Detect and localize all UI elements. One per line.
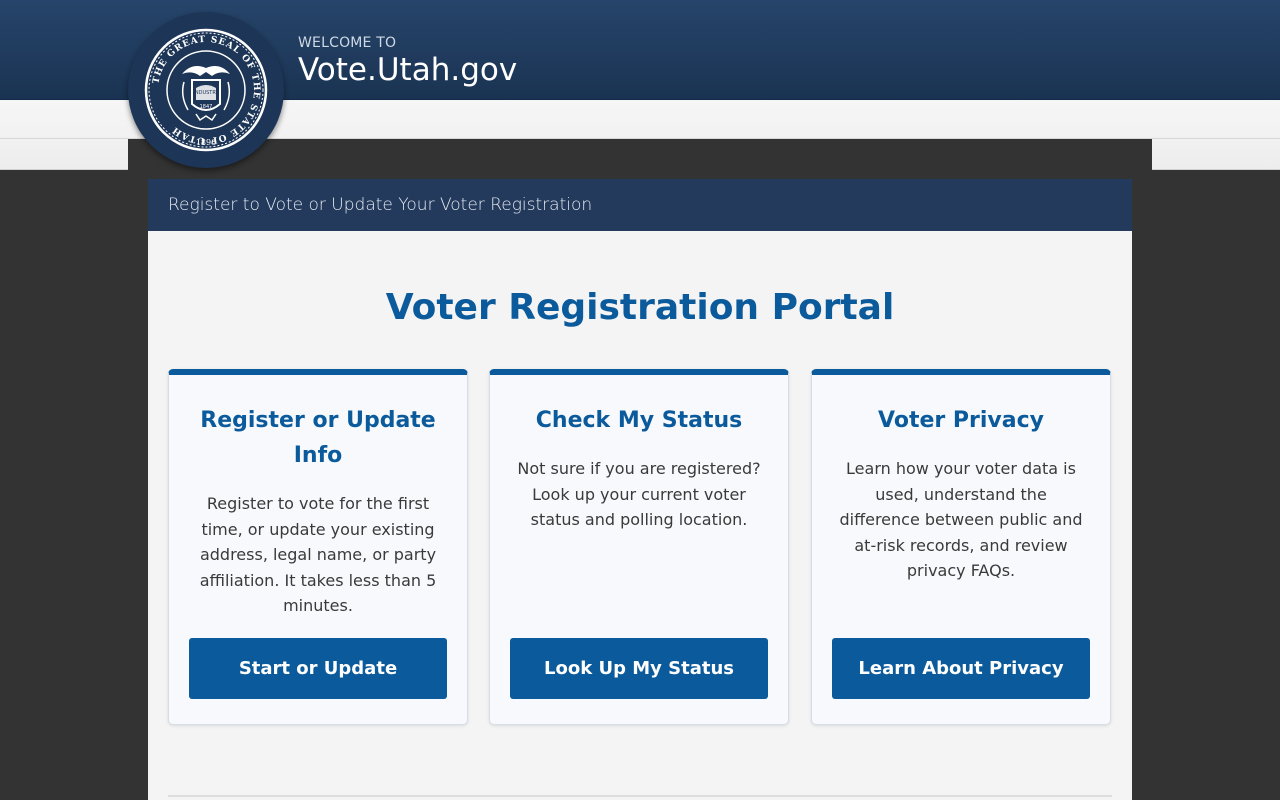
registration-panel: Register to Vote or Update Your Voter Re… — [148, 179, 1132, 800]
page-title: Voter Registration Portal — [385, 287, 895, 328]
card-description: Register to vote for the first time, or … — [199, 494, 437, 616]
utah-seal-logo[interactable]: THE GREAT SEAL OF THE STATE OF UTAH 1896… — [128, 12, 284, 168]
start-or-update-button[interactable]: Start or Update — [189, 638, 447, 699]
card-title: Voter Privacy — [878, 408, 1044, 433]
welcome-label: WELCOME TO — [298, 35, 397, 51]
card-voter-privacy: Voter Privacy Learn how your voter data … — [811, 369, 1111, 725]
card-description: Learn how your voter data is used, under… — [839, 459, 1083, 581]
seal-year: 1896 — [196, 138, 216, 147]
card-register-update: Register or Update Info Register to vote… — [168, 369, 468, 725]
seal-emblem-icon: THE GREAT SEAL OF THE STATE OF UTAH 1896… — [142, 26, 270, 154]
site-title[interactable]: Vote.Utah.gov — [298, 52, 517, 88]
seal-motto: INDUSTRY — [193, 90, 219, 96]
card-description: Not sure if you are registered? Look up … — [517, 459, 761, 530]
section-divider — [168, 795, 1112, 797]
seal-year-inner: 1847 — [200, 104, 213, 110]
panel-heading: Register to Vote or Update Your Voter Re… — [148, 179, 1132, 231]
card-check-status: Check My Status Not sure if you are regi… — [489, 369, 789, 725]
learn-about-privacy-button[interactable]: Learn About Privacy — [832, 638, 1090, 699]
card-title: Check My Status — [535, 408, 743, 433]
card-title: Register or Update Info — [200, 408, 436, 468]
look-up-status-button[interactable]: Look Up My Status — [510, 638, 768, 699]
